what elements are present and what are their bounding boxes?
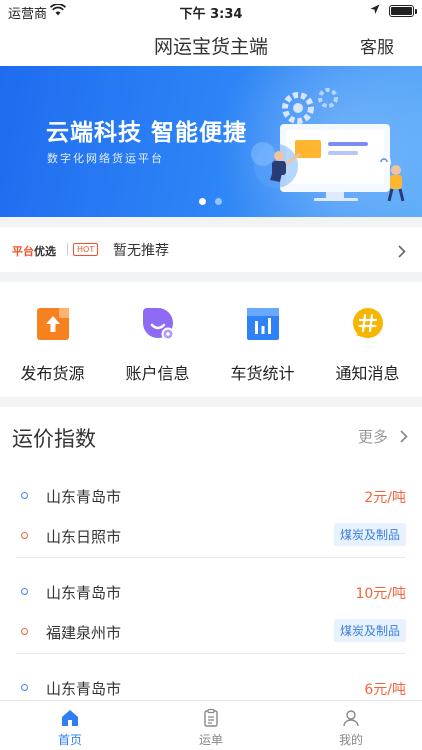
home-icon [62, 710, 78, 726]
freight-index-section: 运价指数 更多 山东青岛市 2元/吨 山东日照市 煤炭及制品 山东青岛市 10元… [0, 407, 422, 700]
banner-illustration [251, 88, 405, 202]
brand-part-2: 优选 [34, 245, 56, 258]
clock: 下午 3:34 [179, 7, 243, 22]
banner-headline: 云端科技 智能便捷 [46, 120, 248, 146]
destination-dot-icon [21, 532, 28, 539]
page-title: 网运宝货主端 [153, 36, 268, 58]
origin-city: 山东青岛市 [46, 584, 122, 602]
status-bar: 运营商 下午 3:34 [0, 0, 422, 22]
tab-waybill[interactable]: 运单 [141, 701, 281, 750]
chevron-right-icon [398, 243, 406, 262]
platform-selection-logo: 平台优选 [12, 243, 56, 259]
quick-action-account-info[interactable]: 账户信息 [105, 282, 210, 397]
quick-action-label: 发布货源 [20, 364, 85, 383]
route-price: 10元/吨 [355, 586, 406, 602]
hot-badge: HOT [73, 243, 99, 256]
origin-city: 山东青岛市 [46, 680, 122, 698]
cargo-category-tag: 煤炭及制品 [333, 523, 406, 546]
platform-recommend-bar[interactable]: 平台优选 HOT 暂无推荐 [0, 227, 422, 272]
banner-page-dot-active[interactable] [199, 198, 206, 205]
battery-icon [389, 5, 417, 17]
origin-dot-icon [21, 588, 28, 595]
account-info-icon [143, 308, 175, 341]
section-title: 运价指数 [12, 427, 96, 451]
profile-icon [343, 710, 359, 727]
origin-city: 山东青岛市 [46, 488, 122, 506]
banner-page-dot[interactable] [215, 198, 222, 205]
promo-banner[interactable]: 云端科技 智能便捷 数字化网络货运平台 [0, 66, 422, 217]
cargo-category-tag: 煤炭及制品 [333, 619, 406, 642]
tab-label: 首页 [57, 733, 82, 747]
statistics-icon [247, 308, 279, 340]
notification-icon [353, 308, 383, 338]
divider [67, 243, 68, 255]
destination-city: 福建泉州市 [46, 624, 122, 642]
more-link[interactable]: 更多 [358, 426, 388, 447]
recommend-text: 暂无推荐 [113, 243, 169, 259]
quick-action-label: 通知消息 [335, 364, 400, 383]
origin-dot-icon [21, 492, 28, 499]
quick-action-notifications[interactable]: 通知消息 [315, 282, 420, 397]
customer-service-button[interactable]: 客服 [360, 33, 394, 58]
destination-city: 山东日照市 [46, 528, 122, 546]
tab-label: 我的 [338, 733, 363, 747]
publish-cargo-icon [37, 308, 69, 340]
route-price: 6元/吨 [364, 682, 406, 698]
tab-profile[interactable]: 我的 [281, 701, 421, 750]
divider [16, 557, 406, 558]
quick-action-statistics[interactable]: 车货统计 [210, 282, 315, 397]
nav-bar: 网运宝货主端 客服 [0, 22, 422, 66]
bottom-tab-bar: 首页 运单 我的 [0, 700, 422, 750]
chevron-right-icon[interactable] [400, 428, 408, 447]
quick-action-label: 账户信息 [125, 364, 190, 383]
tab-label: 运单 [198, 733, 223, 747]
route-price: 2元/吨 [364, 490, 406, 506]
location-arrow-icon [370, 4, 380, 19]
quick-action-label: 车货统计 [230, 364, 295, 383]
divider [16, 653, 406, 654]
origin-dot-icon [21, 684, 28, 691]
destination-dot-icon [21, 628, 28, 635]
banner-subtitle: 数字化网络货运平台 [47, 152, 164, 165]
quick-actions: 发布货源 账户信息 车货统计 通知消息 [0, 282, 422, 397]
waybill-icon [204, 708, 218, 727]
quick-action-publish-cargo[interactable]: 发布货源 [0, 282, 105, 397]
tab-home[interactable]: 首页 [0, 701, 140, 750]
brand-part-1: 平台 [12, 245, 34, 258]
